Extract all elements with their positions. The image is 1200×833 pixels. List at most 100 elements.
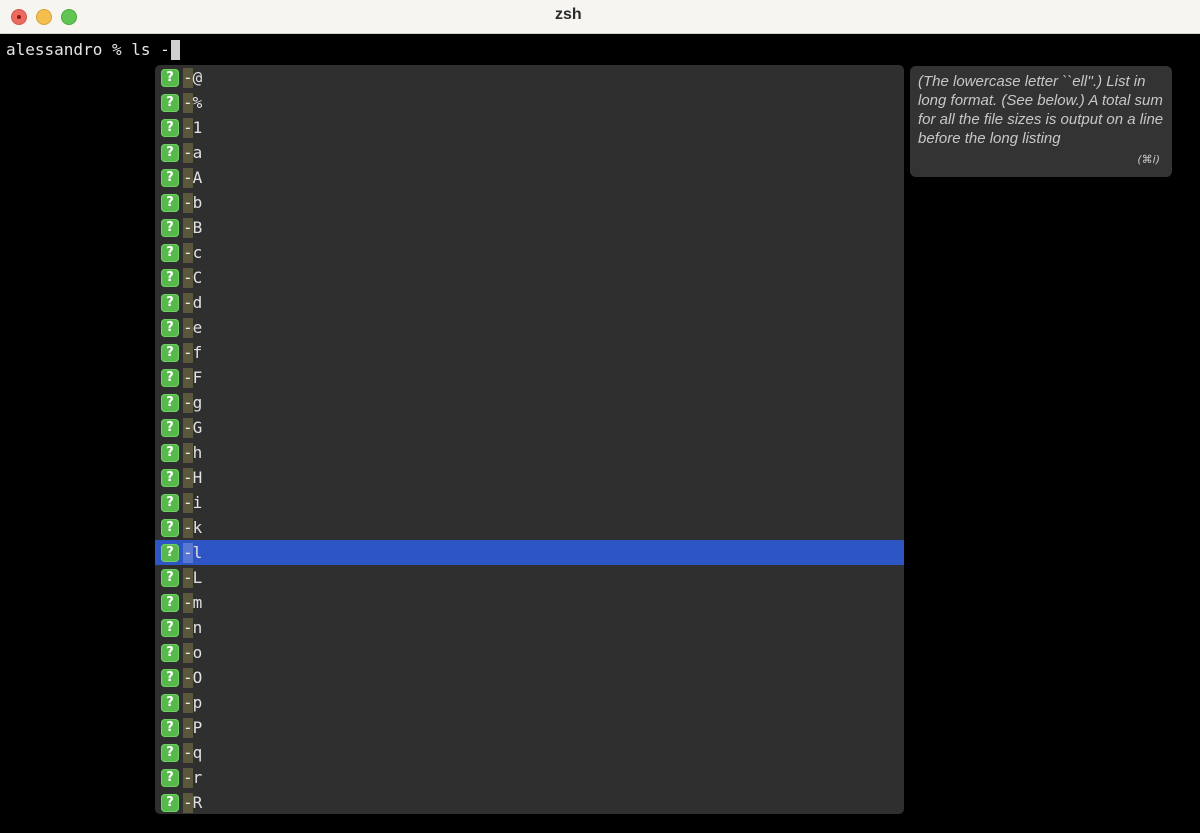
completion-item[interactable]: ? - C xyxy=(155,265,904,290)
completion-item[interactable]: ? - @ xyxy=(155,65,904,90)
completion-item[interactable]: ? - L xyxy=(155,565,904,590)
flag-letter: O xyxy=(192,667,203,687)
completion-flag: -1 xyxy=(183,117,203,138)
completion-item[interactable]: ? - d xyxy=(155,290,904,315)
flag-dash: - xyxy=(183,742,193,763)
flag-letter: R xyxy=(192,792,203,812)
flag-dash: - xyxy=(183,792,193,813)
flag-letter: F xyxy=(192,367,203,387)
flag-dash: - xyxy=(183,317,193,338)
completion-item[interactable]: ? - H xyxy=(155,465,904,490)
completion-flag: -% xyxy=(183,92,203,113)
completion-item[interactable]: ? - c xyxy=(155,240,904,265)
completion-item[interactable]: ? - g xyxy=(155,390,904,415)
flag-letter: q xyxy=(192,742,203,762)
question-mark-icon: ? xyxy=(161,293,179,312)
completion-item[interactable]: ? - f xyxy=(155,340,904,365)
flag-dash: - xyxy=(183,117,193,138)
completion-item[interactable]: ? - l xyxy=(155,540,904,565)
flag-letter: e xyxy=(192,317,203,337)
completion-flag: -f xyxy=(183,342,202,363)
question-mark-icon: ? xyxy=(161,268,179,287)
completion-item[interactable]: ? -1 xyxy=(155,115,904,140)
completion-item[interactable]: ? - n xyxy=(155,615,904,640)
flag-dash: - xyxy=(183,692,193,713)
completion-description-tooltip: (The lowercase letter ``ell''.) List in … xyxy=(910,66,1172,177)
completion-item[interactable]: ? - F xyxy=(155,365,904,390)
completion-item[interactable]: ? - B xyxy=(155,215,904,240)
flag-dash: - xyxy=(183,192,193,213)
completion-flag: -g xyxy=(183,392,203,413)
question-mark-icon: ? xyxy=(161,93,179,112)
flag-letter: 1 xyxy=(192,117,203,137)
completion-item[interactable]: ? - m xyxy=(155,590,904,615)
question-mark-icon: ? xyxy=(161,393,179,412)
completion-item[interactable]: ? - A xyxy=(155,165,904,190)
flag-letter: a xyxy=(192,142,203,162)
flag-letter: % xyxy=(192,92,203,112)
completion-flag: -F xyxy=(183,367,203,388)
completion-flag: -p xyxy=(183,692,203,713)
flag-letter: k xyxy=(192,517,203,537)
flag-dash: - xyxy=(183,217,193,238)
flag-letter: o xyxy=(192,642,203,662)
flag-dash: - xyxy=(183,492,193,513)
completion-flag: -k xyxy=(183,517,203,538)
completion-item[interactable]: ? - i xyxy=(155,490,904,515)
completion-item[interactable]: ? - O xyxy=(155,665,904,690)
completion-item[interactable]: ? - p xyxy=(155,690,904,715)
flag-dash: - xyxy=(183,392,193,413)
completion-item[interactable]: ? - P xyxy=(155,715,904,740)
flag-letter: g xyxy=(192,392,203,412)
completion-item[interactable]: ? - R xyxy=(155,790,904,814)
completion-flag: -c xyxy=(183,242,202,263)
flag-letter: l xyxy=(192,542,203,562)
completion-flag: -B xyxy=(183,217,202,238)
completion-item[interactable]: ? - b xyxy=(155,190,904,215)
flag-letter: m xyxy=(192,592,203,612)
completion-item[interactable]: ? - o xyxy=(155,640,904,665)
completion-item[interactable]: ? -% xyxy=(155,90,904,115)
question-mark-icon: ? xyxy=(161,793,179,812)
question-mark-icon: ? xyxy=(161,643,179,662)
completion-flag: -H xyxy=(183,467,203,488)
prompt-line[interactable]: alessandro % ls - xyxy=(6,38,180,62)
flag-dash: - xyxy=(183,467,193,488)
flag-dash: - xyxy=(183,417,193,438)
completion-item[interactable]: ? - r xyxy=(155,765,904,790)
question-mark-icon: ? xyxy=(161,368,179,387)
question-mark-icon: ? xyxy=(161,343,179,362)
question-mark-icon: ? xyxy=(161,468,179,487)
flag-letter: P xyxy=(192,717,203,737)
completion-item[interactable]: ? - h xyxy=(155,440,904,465)
flag-letter: H xyxy=(192,467,203,487)
completion-flag: -n xyxy=(183,617,202,638)
completion-item[interactable]: ? - a xyxy=(155,140,904,165)
flag-letter: C xyxy=(192,267,203,287)
flag-letter: r xyxy=(192,767,203,787)
question-mark-icon: ? xyxy=(161,143,179,162)
completion-flag: -C xyxy=(183,267,203,288)
flag-dash: - xyxy=(183,167,193,188)
terminal-area[interactable]: alessandro % ls - ? - @? -%? -1? - a? - A? - b? - B?… xyxy=(0,34,1200,833)
completion-flag: -O xyxy=(183,667,203,688)
question-mark-icon: ? xyxy=(161,218,179,237)
completion-menu[interactable]: ? - @? -%? -1? - a? - A? - b? - B? - c? - C? - d? - e? - f? - F?… xyxy=(155,65,904,814)
completion-flag: -A xyxy=(183,167,202,188)
completion-item[interactable]: ? - q xyxy=(155,740,904,765)
flag-letter: L xyxy=(192,567,203,587)
completion-flag: -r xyxy=(183,767,203,788)
question-mark-icon: ? xyxy=(161,668,179,687)
completion-item[interactable]: ? - G xyxy=(155,415,904,440)
completion-item[interactable]: ? - e xyxy=(155,315,904,340)
flag-dash: - xyxy=(183,67,193,88)
completion-item[interactable]: ? - k xyxy=(155,515,904,540)
flag-letter: b xyxy=(192,192,203,212)
question-mark-icon: ? xyxy=(161,543,179,562)
flag-dash: - xyxy=(183,617,193,638)
flag-letter: p xyxy=(192,692,203,712)
flag-letter: h xyxy=(192,442,203,462)
text-cursor xyxy=(170,40,180,60)
flag-dash: - xyxy=(183,567,193,588)
completion-flag: -a xyxy=(183,142,203,163)
